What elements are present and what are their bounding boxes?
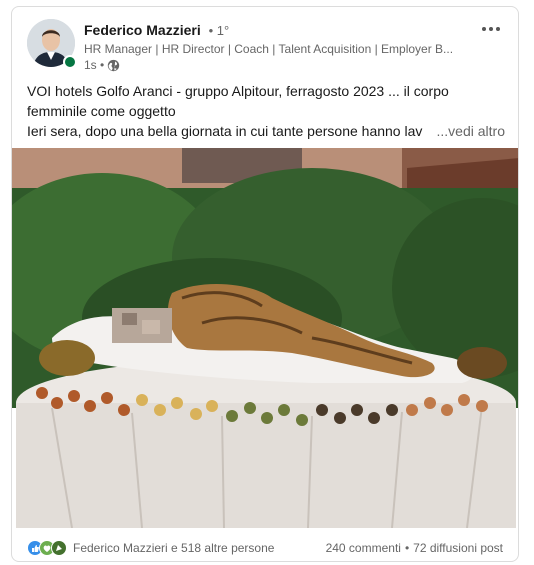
post-time: 1s •: [84, 58, 105, 72]
post-card: Federico Mazzieri • 1° HR Manager | HR D…: [11, 6, 519, 562]
social-counts-bar: Federico Mazzieri e 518 altre persone 24…: [12, 534, 518, 561]
connection-degree: • 1°: [208, 23, 230, 38]
post-meta: 1s •: [84, 58, 120, 72]
separator: •: [404, 541, 410, 555]
author-headline: HR Manager | HR Director | Coach | Talen…: [84, 42, 454, 56]
celebrate-reaction-icon: [51, 540, 67, 556]
globe-icon: [107, 59, 120, 72]
post-text: VOI hotels Golfo Aranci - gruppo Alpitou…: [27, 81, 509, 141]
online-status-dot: [63, 55, 77, 69]
author-name-row: Federico Mazzieri • 1°: [84, 22, 229, 38]
reactions-summary[interactable]: Federico Mazzieri e 518 altre persone: [27, 540, 274, 556]
reposts-count[interactable]: 72 diffusioni post: [413, 541, 503, 555]
post-text-line: femminile come oggetto: [27, 103, 176, 119]
comments-count[interactable]: 240 commenti: [326, 541, 401, 555]
post-text-line: VOI hotels Golfo Aranci - gruppo Alpitou…: [27, 83, 449, 99]
reactions-text[interactable]: Federico Mazzieri e 518 altre persone: [73, 541, 274, 555]
author-name[interactable]: Federico Mazzieri: [84, 22, 201, 38]
post-header: Federico Mazzieri • 1° HR Manager | HR D…: [12, 7, 518, 77]
engagement-counts: 240 commenti • 72 diffusioni post: [326, 541, 503, 555]
see-more-link[interactable]: ...vedi altro: [432, 121, 505, 141]
more-options-icon[interactable]: [478, 19, 504, 39]
post-image[interactable]: [12, 148, 518, 528]
